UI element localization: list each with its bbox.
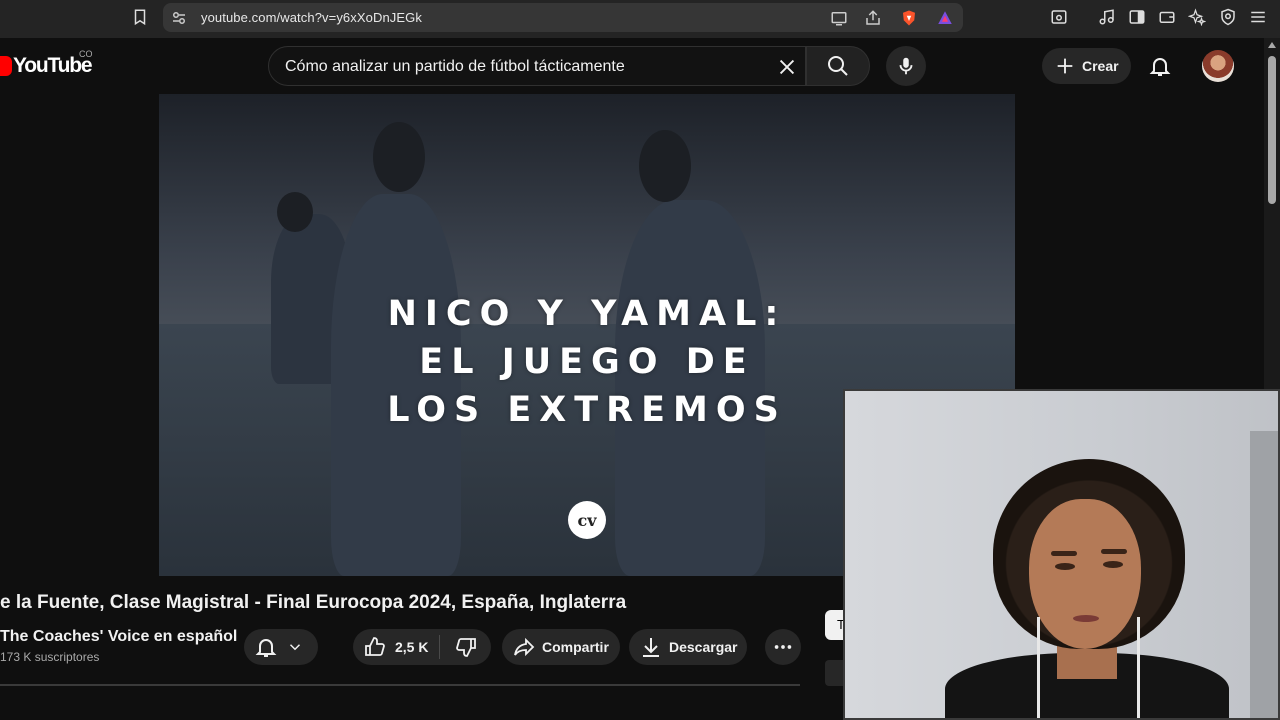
browser-toolbar: youtube.com/watch?v=y6xXoDnJEGk	[0, 0, 1280, 38]
search-button[interactable]	[806, 46, 870, 86]
earphone-cable	[1137, 617, 1140, 718]
related-video-card[interactable]	[825, 660, 845, 686]
bell-icon	[255, 639, 277, 657]
search-icon	[828, 56, 848, 76]
dislike-button[interactable]	[440, 635, 491, 659]
notifications-button[interactable]	[1142, 48, 1178, 84]
person-eye	[1055, 563, 1075, 570]
youtube-header: YouTube CO Cómo analizar un partido de f…	[0, 38, 1264, 94]
microphone-icon	[899, 57, 913, 75]
more-actions-button[interactable]	[765, 629, 801, 665]
more-horizontal-icon	[774, 645, 792, 649]
search-input[interactable]: Cómo analizar un partido de fútbol tácti…	[268, 46, 806, 86]
leo-ai-icon[interactable]	[1187, 7, 1207, 27]
thumbs-down-icon	[455, 638, 476, 657]
bookmark-icon[interactable]	[130, 7, 150, 27]
share-arrow-icon	[514, 637, 535, 657]
cast-icon[interactable]	[829, 8, 849, 28]
tab-search-icon[interactable]	[1049, 7, 1069, 27]
thumbs-up-icon	[365, 637, 385, 656]
like-button[interactable]: 2,5 K	[353, 635, 439, 659]
download-button[interactable]: Descargar	[629, 629, 747, 665]
video-title: e la Fuente, Clase Magistral - Final Eur…	[0, 592, 627, 613]
person-face	[1029, 499, 1141, 649]
filter-chip[interactable]: T	[825, 610, 845, 640]
brave-rewards-icon[interactable]	[935, 8, 955, 28]
youtube-logo[interactable]: YouTube CO	[0, 49, 93, 79]
share-page-icon[interactable]	[863, 8, 883, 28]
person-brow	[1051, 551, 1077, 556]
voice-search-button[interactable]	[886, 46, 926, 86]
person-brow	[1101, 549, 1127, 554]
person-mouth	[1073, 615, 1099, 622]
create-button[interactable]: Crear	[1042, 48, 1131, 84]
plus-icon	[1057, 58, 1073, 74]
webcam-overlay	[843, 389, 1280, 720]
person-eye	[1103, 561, 1123, 568]
country-code: CO	[79, 49, 93, 59]
url-text: youtube.com/watch?v=y6xXoDnJEGk	[201, 10, 422, 25]
share-label: Compartir	[542, 639, 609, 655]
menu-icon[interactable]	[1248, 7, 1268, 27]
channel-name[interactable]: The Coaches' Voice en español	[0, 628, 237, 646]
clear-search-button[interactable]	[773, 53, 801, 81]
subscriber-count: 173 K suscriptores	[0, 650, 100, 664]
download-label: Descargar	[669, 639, 738, 655]
download-icon	[643, 638, 659, 657]
description-divider	[0, 684, 800, 686]
close-icon	[779, 59, 795, 75]
create-label: Crear	[1082, 58, 1119, 74]
overlay-line: NICO Y YAMAL:	[387, 294, 787, 334]
player-head	[373, 122, 425, 192]
vpn-icon[interactable]	[1218, 7, 1238, 27]
coaches-voice-logo: cv	[568, 501, 606, 539]
scroll-up-icon[interactable]	[1268, 42, 1276, 48]
search-query: Cómo analizar un partido de fútbol tácti…	[285, 58, 625, 75]
chevron-down-icon	[289, 644, 301, 651]
like-count: 2,5 K	[395, 639, 429, 655]
site-settings-icon[interactable]	[169, 8, 189, 28]
youtube-play-icon	[0, 56, 12, 76]
bell-icon	[1149, 58, 1171, 76]
background-wall	[1250, 431, 1278, 718]
address-bar[interactable]: youtube.com/watch?v=y6xXoDnJEGk	[163, 3, 963, 32]
like-dislike-group: 2,5 K	[353, 629, 491, 665]
account-avatar[interactable]	[1202, 50, 1234, 82]
brave-shield-icon[interactable]	[899, 8, 919, 28]
scroll-thumb[interactable]	[1268, 56, 1276, 204]
earphone-cable	[1037, 617, 1040, 718]
player-head	[639, 130, 691, 202]
player-head	[277, 192, 313, 232]
media-music-icon[interactable]	[1097, 7, 1117, 27]
sidebar-icon[interactable]	[1127, 7, 1147, 27]
overlay-line: EL JUEGO DE	[419, 342, 755, 382]
subscription-bell-button[interactable]	[244, 629, 318, 665]
wallet-icon[interactable]	[1157, 7, 1177, 27]
share-button[interactable]: Compartir	[502, 629, 620, 665]
